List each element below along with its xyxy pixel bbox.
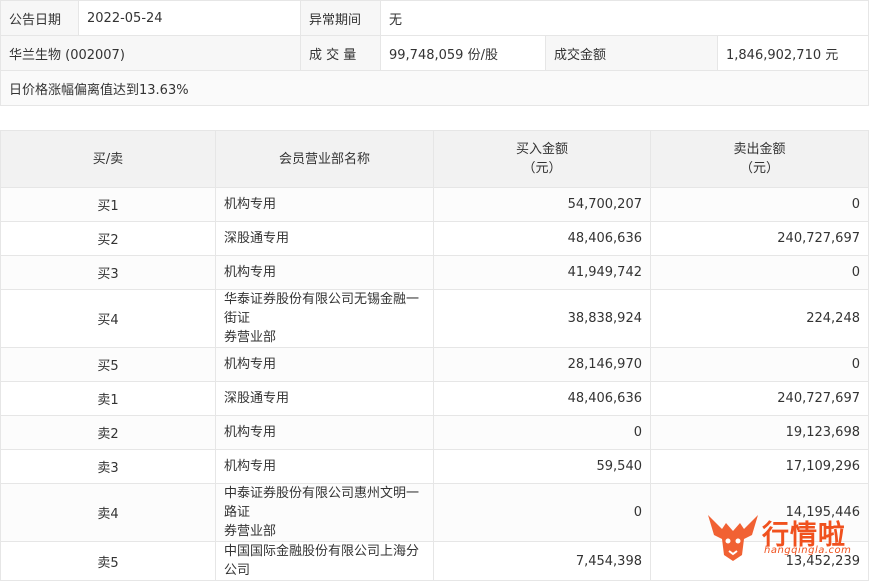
row-dept: 深股通专用 (215, 381, 434, 416)
row-buy-amount: 48,406,636 (433, 221, 651, 256)
row-dept: 机构专用 (215, 347, 434, 382)
row-dept: 华泰证券股份有限公司无锡金融一街证 券营业部 (215, 289, 434, 348)
turnover-label: 成交金额 (545, 35, 718, 71)
watermark: 行情啦 hangqingla.com (704, 507, 869, 563)
table-row: 买3 机构专用 41,949,742 0 (0, 255, 869, 290)
row-buy-amount: 0 (433, 415, 651, 450)
row-side: 买5 (0, 347, 216, 382)
abnormal-period-value: 无 (379, 0, 869, 36)
header-side: 买/卖 (0, 130, 216, 188)
info-row-stock: 华兰生物 (002007) 成 交 量 99,748,059 份/股 成交金额 … (0, 35, 869, 71)
turnover-value: 1,846,902,710 元 (716, 35, 869, 71)
abnormal-reason: 日价格涨幅偏离值达到13.63% (0, 70, 869, 106)
row-buy-amount: 48,406,636 (433, 381, 651, 416)
row-dept: 深股通专用 (215, 221, 434, 256)
row-dept: 中泰证券股份有限公司惠州文明一路证 券营业部 (215, 483, 434, 542)
row-side: 买2 (0, 221, 216, 256)
announce-date-label: 公告日期 (0, 0, 79, 36)
row-dept: 机构专用 (215, 449, 434, 484)
row-dept-line1: 中泰证券股份有限公司惠州文明一路证 (224, 486, 420, 520)
info-row-reason: 日价格涨幅偏离值达到13.63% (0, 70, 869, 106)
row-dept: 机构专用 (215, 415, 434, 450)
header-buy-label: 买入金额 (515, 142, 568, 157)
row-buy-amount: 54,700,207 (433, 187, 651, 222)
row-dept: 机构专用 (215, 255, 434, 290)
row-buy-amount: 7,454,398 (433, 541, 651, 581)
row-side: 卖3 (0, 449, 216, 484)
announce-date-value: 2022-05-24 (78, 0, 301, 36)
header-sell-unit: （元） (739, 161, 779, 176)
table-row: 买1 机构专用 54,700,207 0 (0, 187, 869, 222)
header-sell-label: 卖出金额 (733, 142, 786, 157)
row-side: 卖1 (0, 381, 216, 416)
row-side: 卖2 (0, 415, 216, 450)
row-buy-amount: 38,838,924 (433, 289, 651, 348)
header-buy: 买入金额 （元） (433, 130, 651, 188)
row-dept: 机构专用 (215, 187, 434, 222)
header-dept: 会员营业部名称 (215, 130, 434, 188)
row-buy-amount: 41,949,742 (433, 255, 651, 290)
row-dept: 中国国际金融股份有限公司上海分公司 (215, 541, 434, 581)
row-dept-line2: 券营业部 (224, 524, 277, 539)
table-row: 卖3 机构专用 59,540 17,109,296 (0, 449, 869, 484)
row-side: 卖5 (0, 541, 216, 581)
table-row: 买2 深股通专用 48,406,636 240,727,697 (0, 221, 869, 256)
header-buy-unit: （元） (522, 161, 562, 176)
row-buy-amount: 28,146,970 (433, 347, 651, 382)
table-header-row: 买/卖 会员营业部名称 买入金额 （元） 卖出金额 （元） (0, 130, 869, 188)
row-sell-amount: 19,123,698 (650, 415, 869, 450)
row-side: 买3 (0, 255, 216, 290)
row-dept-line1: 华泰证券股份有限公司无锡金融一街证 (224, 292, 420, 326)
header-sell: 卖出金额 （元） (650, 130, 869, 188)
row-buy-amount: 0 (433, 483, 651, 542)
volume-value: 99,748,059 份/股 (380, 35, 546, 71)
row-sell-amount: 224,248 (650, 289, 869, 348)
row-sell-amount: 17,109,296 (650, 449, 869, 484)
row-sell-amount: 0 (650, 255, 869, 290)
table-row: 卖2 机构专用 0 19,123,698 (0, 415, 869, 450)
row-side: 买1 (0, 187, 216, 222)
row-buy-amount: 59,540 (433, 449, 651, 484)
row-side: 卖4 (0, 483, 216, 542)
row-dept-line2: 券营业部 (224, 330, 277, 345)
table-row: 买5 机构专用 28,146,970 0 (0, 347, 869, 382)
table-row: 卖1 深股通专用 48,406,636 240,727,697 (0, 381, 869, 416)
abnormal-period-label: 异常期间 (300, 0, 381, 36)
watermark-url: hangqingla.com (764, 545, 852, 556)
table-row: 买4 华泰证券股份有限公司无锡金融一街证 券营业部 38,838,924 224… (0, 289, 869, 348)
bull-logo-icon (708, 515, 758, 561)
row-side: 买4 (0, 289, 216, 348)
announcement-info-table: 公告日期 2022-05-24 异常期间 无 华兰生物 (002007) 成 交… (0, 0, 869, 106)
row-sell-amount: 0 (650, 187, 869, 222)
row-sell-amount: 0 (650, 347, 869, 382)
stock-name: 华兰生物 (002007) (0, 35, 301, 71)
volume-label: 成 交 量 (300, 35, 381, 71)
row-sell-amount: 240,727,697 (650, 381, 869, 416)
row-sell-amount: 240,727,697 (650, 221, 869, 256)
info-row-date: 公告日期 2022-05-24 异常期间 无 (0, 0, 869, 36)
